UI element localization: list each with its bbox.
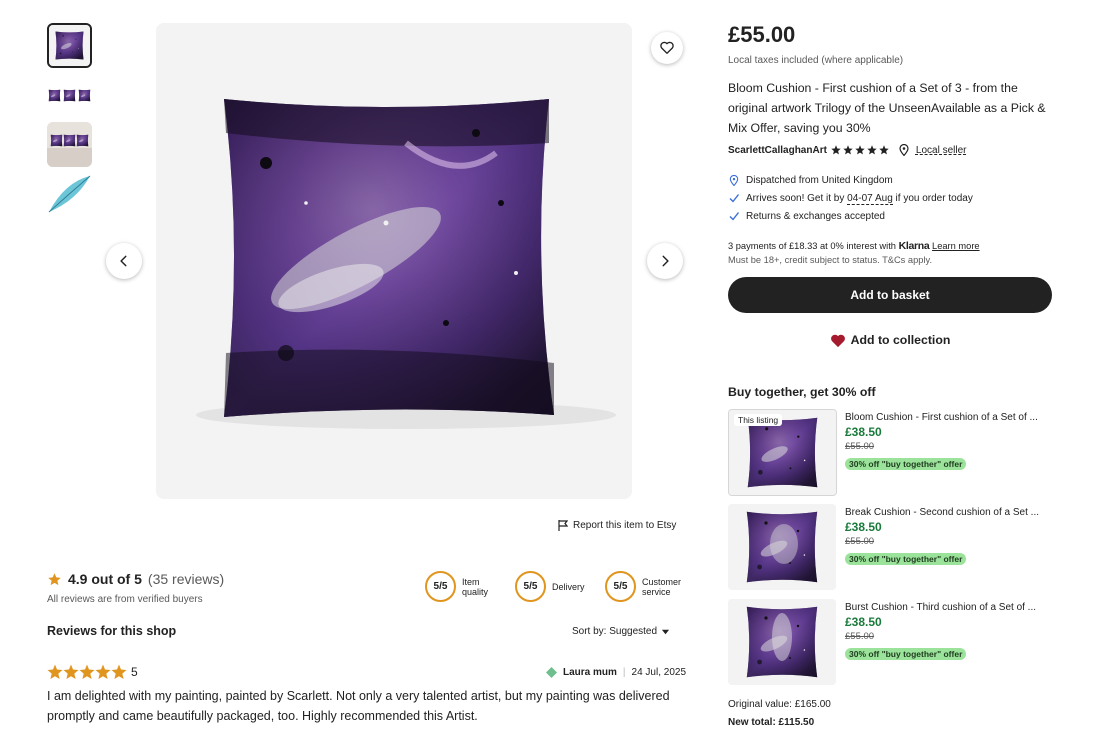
review-text: I am delighted with my painting, painted… [47,689,670,723]
klarna-note: Must be 18+, credit subject to status. T… [728,255,933,265]
klarna-logo: Klarna [898,240,930,252]
customer-service-badge: 5/5 Customer service [605,571,681,602]
flag-icon [558,520,568,531]
price: £55.00 [728,22,796,47]
bundle-item-sale-price: £38.50 [845,520,882,534]
heart-outline-icon [660,41,674,54]
cushion-image-icon [728,599,836,685]
reviewer-name[interactable]: Laura mum [563,667,617,678]
bundle-item-image [728,599,836,685]
new-total: New total: £115.50 [728,717,815,728]
bundle-item-sale-price: £38.50 [845,615,882,629]
bundle-offer-badge: 30% off "buy together" offer [845,648,967,660]
klarna-text: 3 payments of £18.33 at 0% interest with [728,241,896,251]
review-date: 24 Jul, 2025 [631,667,687,678]
thumbnail-cushion[interactable] [47,23,92,68]
delivery-facts: Dispatched from United Kingdom Arrives s… [729,171,973,225]
check-icon [729,194,739,203]
shop-stars-icon [831,145,889,155]
sort-dropdown[interactable]: Sort by: Suggested [572,626,670,637]
check-icon [729,212,739,221]
arrival-fact: Arrives soon! Get it by 04-07 Aug if you… [729,189,973,207]
bundle-item-name: Burst Cushion - Third cushion of a Set o… [845,602,1037,613]
thumbnail-feather[interactable] [47,172,92,217]
reviews-section-title: Reviews for this shop [47,624,177,638]
sofa-cushions-thumbnail-icon [47,122,92,167]
this-listing-tag: This listing [734,414,783,426]
badge-score: 5/5 [515,571,546,602]
dispatch-fact: Dispatched from United Kingdom [729,171,973,189]
five-stars-icon [47,664,127,679]
reviewer-info: Laura mum | 24 Jul, 2025 [546,667,686,678]
chevron-right-icon [662,255,669,267]
badge-label: quality [462,586,489,597]
sort-label: Sort by: Suggested [572,626,658,637]
bundle-item[interactable]: Break Cushion - Second cushion of a Set … [728,504,1058,590]
shop-line: ScarlettCallaghanArt Local seller [728,144,967,156]
collection-label: Add to collection [850,333,951,347]
previous-image-button[interactable] [106,243,142,279]
badge-score: 5/5 [425,571,456,602]
add-to-collection-button[interactable]: Add to collection [728,329,1052,351]
returns-text: Returns & exchanges accepted [746,210,885,222]
bundle-offer-badge: 30% off "buy together" offer [845,458,967,470]
report-item-link[interactable]: Report this item to Etsy [558,520,676,531]
bundle-item-image: This listing [728,409,837,496]
review-stars [47,664,127,680]
original-value: Original value: £165.00 [728,699,831,710]
badge-label: Item [462,576,480,587]
caret-down-icon [661,629,670,635]
item-quality-badge: 5/5 Item quality [425,571,488,602]
report-label: Report this item to Etsy [573,520,677,531]
rating-value: 4.9 out of 5 [68,571,142,587]
bundle-item-sale-price: £38.50 [845,425,882,439]
star-icon [48,572,61,585]
arrives-prefix: Arrives soon! Get it by [746,192,845,204]
bundle-item[interactable]: This listing Bloom Cushion - First cushi… [728,409,1058,496]
bundle-item-original-price: £55.00 [845,536,875,547]
bundle-item[interactable]: Burst Cushion - Third cushion of a Set o… [728,599,1058,685]
thumbnail-three-cushions[interactable] [47,73,92,118]
bundle-offer-badge: 30% off "buy together" offer [845,553,967,565]
review-count[interactable]: (35 reviews) [148,571,224,587]
next-image-button[interactable] [647,243,683,279]
returns-fact: Returns & exchanges accepted [729,207,973,225]
heart-filled-icon [830,334,845,347]
rating-summary: 4.9 out of 5 (35 reviews) [47,571,224,587]
bundle-item-original-price: £55.00 [845,441,875,452]
badge-score: 5/5 [605,571,636,602]
favorite-button[interactable] [651,32,683,64]
badge-label: Delivery [552,581,585,592]
location-pin-icon [899,144,909,156]
tax-note: Local taxes included (where applicable) [728,55,904,66]
bundle-item-name: Bloom Cushion - First cushion of a Set o… [845,412,1038,423]
buy-together-title: Buy together, get 30% off [728,385,876,399]
bundle-item-name: Break Cushion - Second cushion of a Set … [845,507,1039,518]
chevron-left-icon [120,255,127,267]
bundle-item-image [728,504,836,590]
arrives-suffix: if you order today [895,192,973,204]
delivery-badge: 5/5 Delivery [515,571,585,602]
badge-label: Customer [642,576,682,587]
cushion-image-icon [728,504,836,590]
location-pin-icon [729,174,739,186]
main-product-image [156,23,632,499]
verified-note: All reviews are from verified buyers [47,594,203,605]
bundle-item-original-price: £55.00 [845,631,875,642]
product-title: Bloom Cushion - First cushion of a Set o… [728,81,1046,135]
cushion-thumbnail-icon [49,25,90,66]
shop-name[interactable]: ScarlettCallaghanArt [728,145,827,156]
feather-thumbnail-icon [47,172,92,217]
learn-more-link[interactable]: Learn more [932,241,980,251]
badge-label: service [642,586,671,597]
dispatch-text: Dispatched from United Kingdom [746,174,893,186]
add-to-basket-button[interactable]: Add to basket [728,277,1052,313]
three-cushions-thumbnail-icon [47,73,92,118]
local-seller-link[interactable]: Local seller [916,145,967,156]
avatar-icon [546,667,557,678]
arrives-date[interactable]: 04-07 Aug [847,192,893,205]
thumbnail-sofa-cushions[interactable] [47,122,92,167]
klarna-line: 3 payments of £18.33 at 0% interest with… [728,240,980,252]
review-score: 5 [131,665,138,679]
